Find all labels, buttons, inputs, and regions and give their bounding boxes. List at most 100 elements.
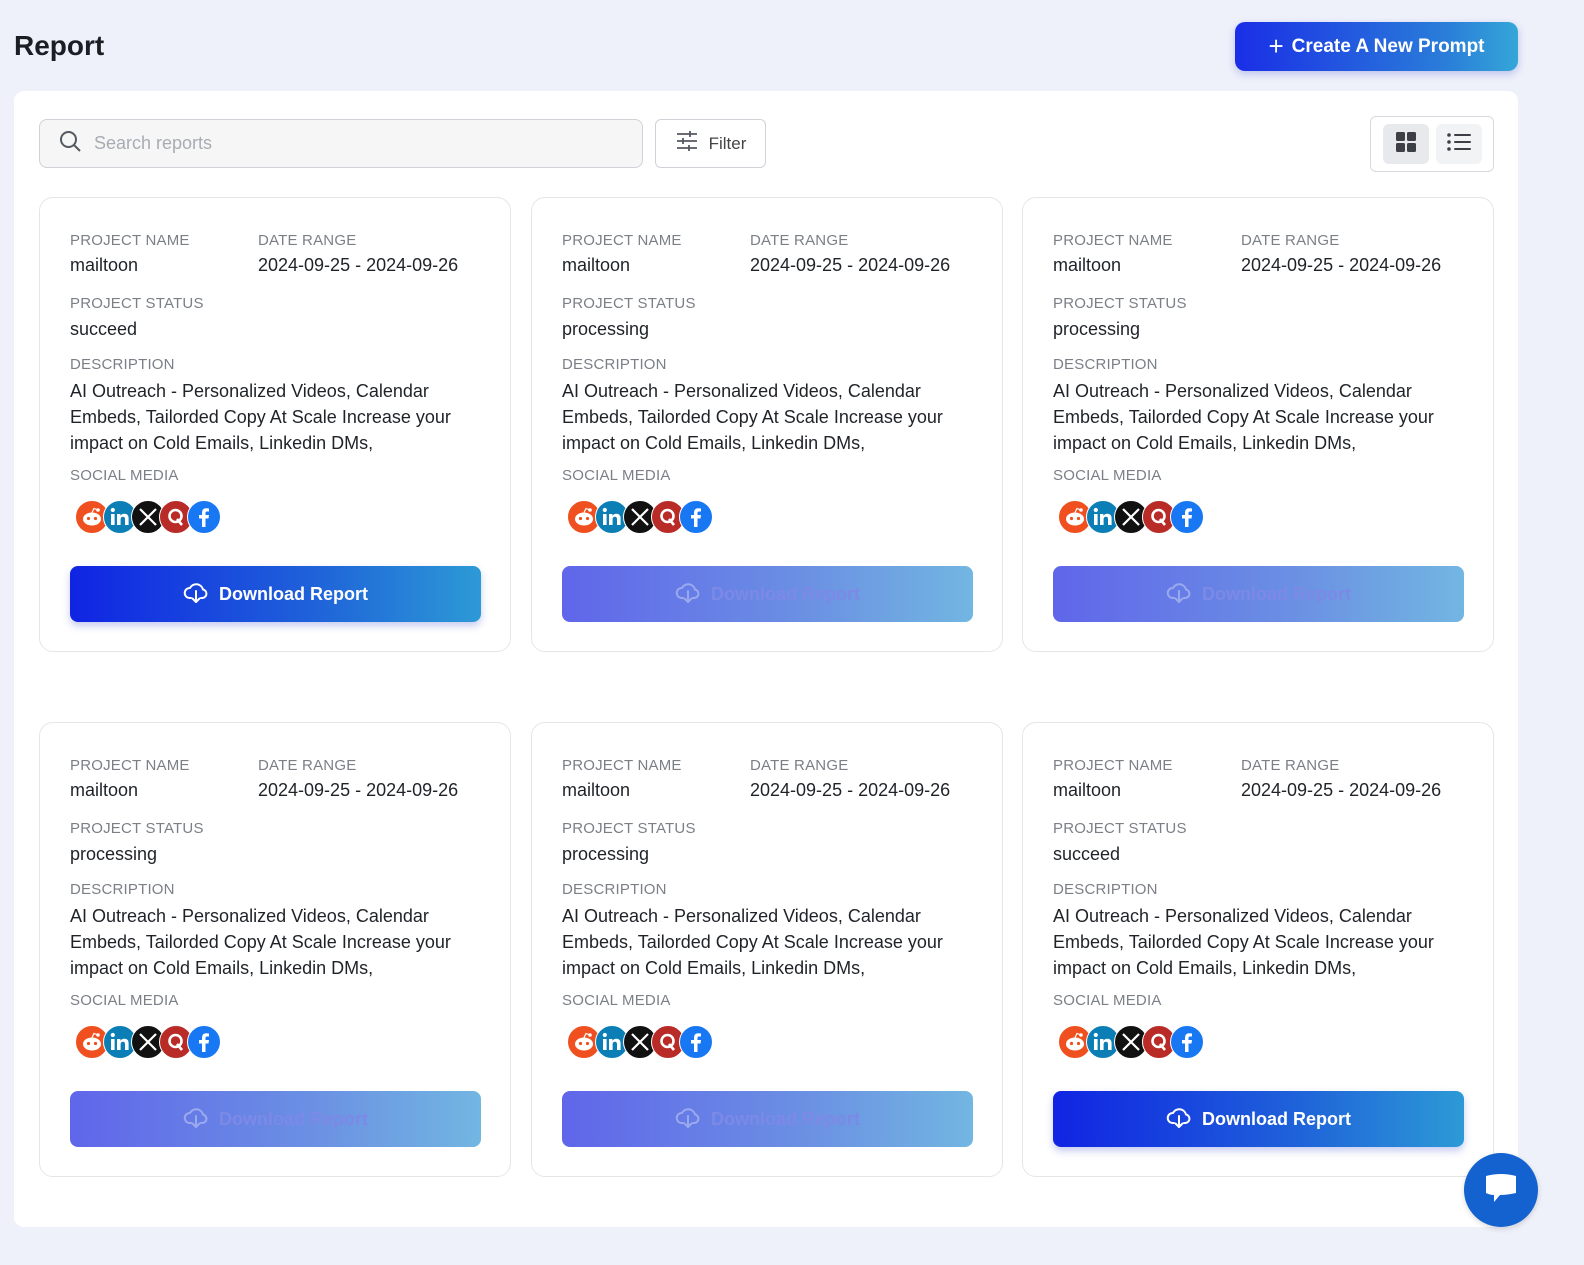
social-media-label: SOCIAL MEDIA <box>1053 467 1162 484</box>
cloud-download-icon <box>675 579 701 610</box>
report-card: PROJECT NAME DATE RANGE mailtoon 2024-09… <box>531 197 1003 652</box>
download-report-button[interactable]: Download Report <box>70 1091 481 1147</box>
create-new-prompt-button[interactable]: + Create A New Prompt <box>1235 22 1518 71</box>
reports-panel: Filter PROJECT NAME DATE RANGE mail <box>14 91 1518 1227</box>
social-media-icons <box>567 1025 713 1061</box>
grid-view-button[interactable] <box>1382 124 1429 164</box>
project-name-value: mailtoon <box>70 255 139 275</box>
download-report-label: Download Report <box>219 1108 368 1129</box>
project-status-label: PROJECT STATUS <box>70 820 204 837</box>
project-name-label: PROJECT NAME <box>562 232 682 249</box>
date-range-value: 2024-09-25 - 2024-09-26 <box>750 255 951 275</box>
facebook-icon <box>679 500 713 534</box>
project-name-label: PROJECT NAME <box>70 757 190 774</box>
facebook-icon <box>187 500 221 534</box>
chat-bubble-icon <box>1482 1171 1520 1210</box>
project-name-value: mailtoon <box>1053 255 1122 275</box>
facebook-icon <box>1170 1025 1204 1059</box>
social-media-icons <box>75 1025 221 1061</box>
filter-button[interactable]: Filter <box>655 119 766 168</box>
project-status-value: processing <box>562 844 650 864</box>
description-label: DESCRIPTION <box>1053 356 1158 373</box>
facebook-icon <box>1170 500 1204 534</box>
date-range-value: 2024-09-25 - 2024-09-26 <box>258 255 459 275</box>
project-name-value: mailtoon <box>562 780 631 800</box>
description-label: DESCRIPTION <box>70 356 175 373</box>
download-report-label: Download Report <box>219 583 368 604</box>
chat-button[interactable] <box>1464 1153 1538 1227</box>
description-label: DESCRIPTION <box>70 881 175 898</box>
social-media-icons <box>567 500 713 536</box>
cloud-download-icon <box>183 579 209 610</box>
download-report-label: Download Report <box>1202 1108 1351 1129</box>
download-report-label: Download Report <box>711 1108 860 1129</box>
view-toggle <box>1370 116 1494 172</box>
search-box[interactable] <box>39 119 643 168</box>
social-media-label: SOCIAL MEDIA <box>70 992 179 1009</box>
social-media-icons <box>75 500 221 536</box>
report-card: PROJECT NAME DATE RANGE mailtoon 2024-09… <box>1022 197 1494 652</box>
grid-icon <box>1395 131 1417 158</box>
download-report-label: Download Report <box>1202 583 1351 604</box>
report-card: PROJECT NAME DATE RANGE mailtoon 2024-09… <box>39 197 511 652</box>
description-value: AI Outreach - Personalized Videos, Calen… <box>70 906 451 978</box>
project-name-label: PROJECT NAME <box>70 232 190 249</box>
date-range-label: DATE RANGE <box>1241 232 1340 249</box>
download-report-label: Download Report <box>711 583 860 604</box>
project-status-value: processing <box>562 319 650 339</box>
download-report-button[interactable]: Download Report <box>1053 566 1464 622</box>
project-status-value: succeed <box>70 319 138 339</box>
date-range-label: DATE RANGE <box>258 232 357 249</box>
date-range-label: DATE RANGE <box>750 232 849 249</box>
facebook-icon <box>187 1025 221 1059</box>
description-value: AI Outreach - Personalized Videos, Calen… <box>1053 906 1434 978</box>
project-status-label: PROJECT STATUS <box>70 295 204 312</box>
search-icon <box>58 129 82 158</box>
cloud-download-icon <box>183 1104 209 1135</box>
project-name-label: PROJECT NAME <box>562 757 682 774</box>
social-media-label: SOCIAL MEDIA <box>562 467 671 484</box>
download-report-button[interactable]: Download Report <box>562 566 973 622</box>
description-value: AI Outreach - Personalized Videos, Calen… <box>70 381 451 453</box>
project-status-label: PROJECT STATUS <box>1053 820 1187 837</box>
project-status-label: PROJECT STATUS <box>562 295 696 312</box>
project-name-value: mailtoon <box>70 780 139 800</box>
project-status-label: PROJECT STATUS <box>1053 295 1187 312</box>
project-name-value: mailtoon <box>562 255 631 275</box>
social-media-label: SOCIAL MEDIA <box>70 467 179 484</box>
project-status-value: processing <box>1053 319 1141 339</box>
date-range-value: 2024-09-25 - 2024-09-26 <box>1241 255 1442 275</box>
cloud-download-icon <box>675 1104 701 1135</box>
create-new-prompt-label: Create A New Prompt <box>1291 35 1485 57</box>
description-label: DESCRIPTION <box>562 881 667 898</box>
project-status-value: processing <box>70 844 158 864</box>
description-value: AI Outreach - Personalized Videos, Calen… <box>562 381 943 453</box>
description-value: AI Outreach - Personalized Videos, Calen… <box>1053 381 1434 453</box>
date-range-label: DATE RANGE <box>258 757 357 774</box>
description-label: DESCRIPTION <box>562 356 667 373</box>
project-name-label: PROJECT NAME <box>1053 757 1173 774</box>
date-range-value: 2024-09-25 - 2024-09-26 <box>258 780 459 800</box>
search-input[interactable] <box>94 133 614 154</box>
social-media-label: SOCIAL MEDIA <box>1053 992 1162 1009</box>
list-icon <box>1446 131 1472 158</box>
date-range-label: DATE RANGE <box>1241 757 1340 774</box>
report-card: PROJECT NAME DATE RANGE mailtoon 2024-09… <box>1022 722 1494 1177</box>
date-range-label: DATE RANGE <box>750 757 849 774</box>
description-value: AI Outreach - Personalized Videos, Calen… <box>562 906 943 978</box>
facebook-icon <box>679 1025 713 1059</box>
report-card: PROJECT NAME DATE RANGE mailtoon 2024-09… <box>39 722 511 1177</box>
social-media-icons <box>1058 1025 1204 1061</box>
download-report-button[interactable]: Download Report <box>562 1091 973 1147</box>
social-media-label: SOCIAL MEDIA <box>562 992 671 1009</box>
page-title: Report <box>14 30 105 61</box>
list-view-button[interactable] <box>1435 124 1482 164</box>
sliders-icon <box>675 129 699 158</box>
download-report-button[interactable]: Download Report <box>1053 1091 1464 1147</box>
download-report-button[interactable]: Download Report <box>70 566 481 622</box>
report-card: PROJECT NAME DATE RANGE mailtoon 2024-09… <box>531 722 1003 1177</box>
project-status-value: succeed <box>1053 844 1121 864</box>
plus-icon: + <box>1268 30 1284 61</box>
cloud-download-icon <box>1166 1104 1192 1135</box>
date-range-value: 2024-09-25 - 2024-09-26 <box>1241 780 1442 800</box>
